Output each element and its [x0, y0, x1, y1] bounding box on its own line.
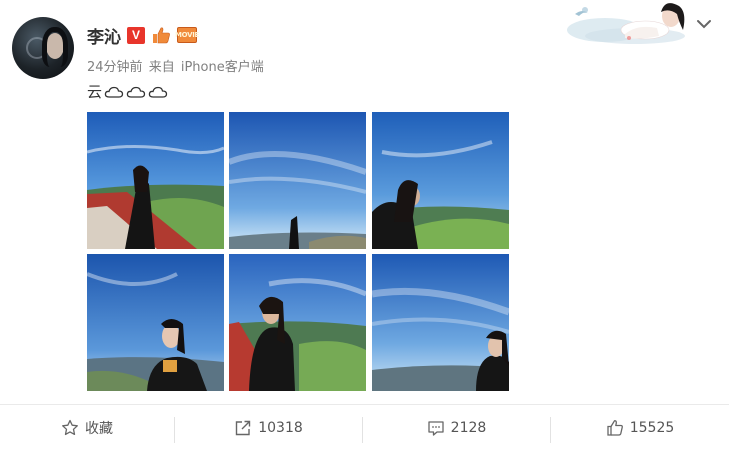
source-prefix: 来自 [148, 60, 175, 75]
post-text-body: 云 [87, 83, 103, 101]
star-icon [62, 419, 78, 436]
post-image-1[interactable] [87, 112, 224, 249]
post-text: 云 [87, 81, 168, 102]
comment-count: 2128 [450, 420, 487, 436]
favorite-button[interactable]: 收藏 [0, 405, 174, 450]
comment-button[interactable]: 2128 [363, 405, 550, 450]
repost-icon [236, 420, 251, 436]
cloud-icon [104, 86, 124, 98]
thumbs-up-icon [607, 420, 623, 436]
author-avatar[interactable] [12, 17, 74, 79]
verified-v-icon[interactable]: V [127, 26, 145, 44]
repost-button[interactable]: 10318 [175, 405, 362, 450]
like-button[interactable]: 15525 [551, 405, 729, 450]
favorite-label: 收藏 [85, 421, 113, 437]
image-grid [87, 112, 510, 392]
like-count: 15525 [629, 420, 675, 436]
author-row: 李沁 V MOVIE [87, 23, 199, 48]
comment-icon [428, 421, 444, 436]
post-image-4[interactable] [87, 254, 224, 391]
post-source[interactable]: iPhone客户端 [181, 60, 264, 75]
post-image-6[interactable] [372, 254, 509, 391]
weibo-post-card: 李沁 V MOVIE 24分钟前 来自 iPhone客户端 云 收藏 10318… [0, 0, 729, 450]
post-time[interactable]: 24分钟前 [87, 60, 143, 75]
thumbs-up-badge-icon[interactable] [151, 26, 171, 44]
movie-badge-icon[interactable]: MOVIE [175, 27, 199, 43]
card-decoration-illustration [567, 3, 685, 44]
chevron-down-icon[interactable] [694, 14, 714, 34]
action-toolbar: 收藏 10318 2128 15525 [0, 404, 729, 450]
post-meta: 24分钟前 来自 iPhone客户端 [87, 56, 266, 75]
post-image-5[interactable] [229, 254, 366, 391]
avatar-hair [42, 27, 68, 67]
repost-count: 10318 [258, 420, 303, 436]
cloud-icon [126, 86, 146, 98]
author-name[interactable]: 李沁 [87, 23, 121, 48]
post-image-3[interactable] [372, 112, 509, 249]
cloud-icon [148, 86, 168, 98]
post-image-2[interactable] [229, 112, 366, 249]
